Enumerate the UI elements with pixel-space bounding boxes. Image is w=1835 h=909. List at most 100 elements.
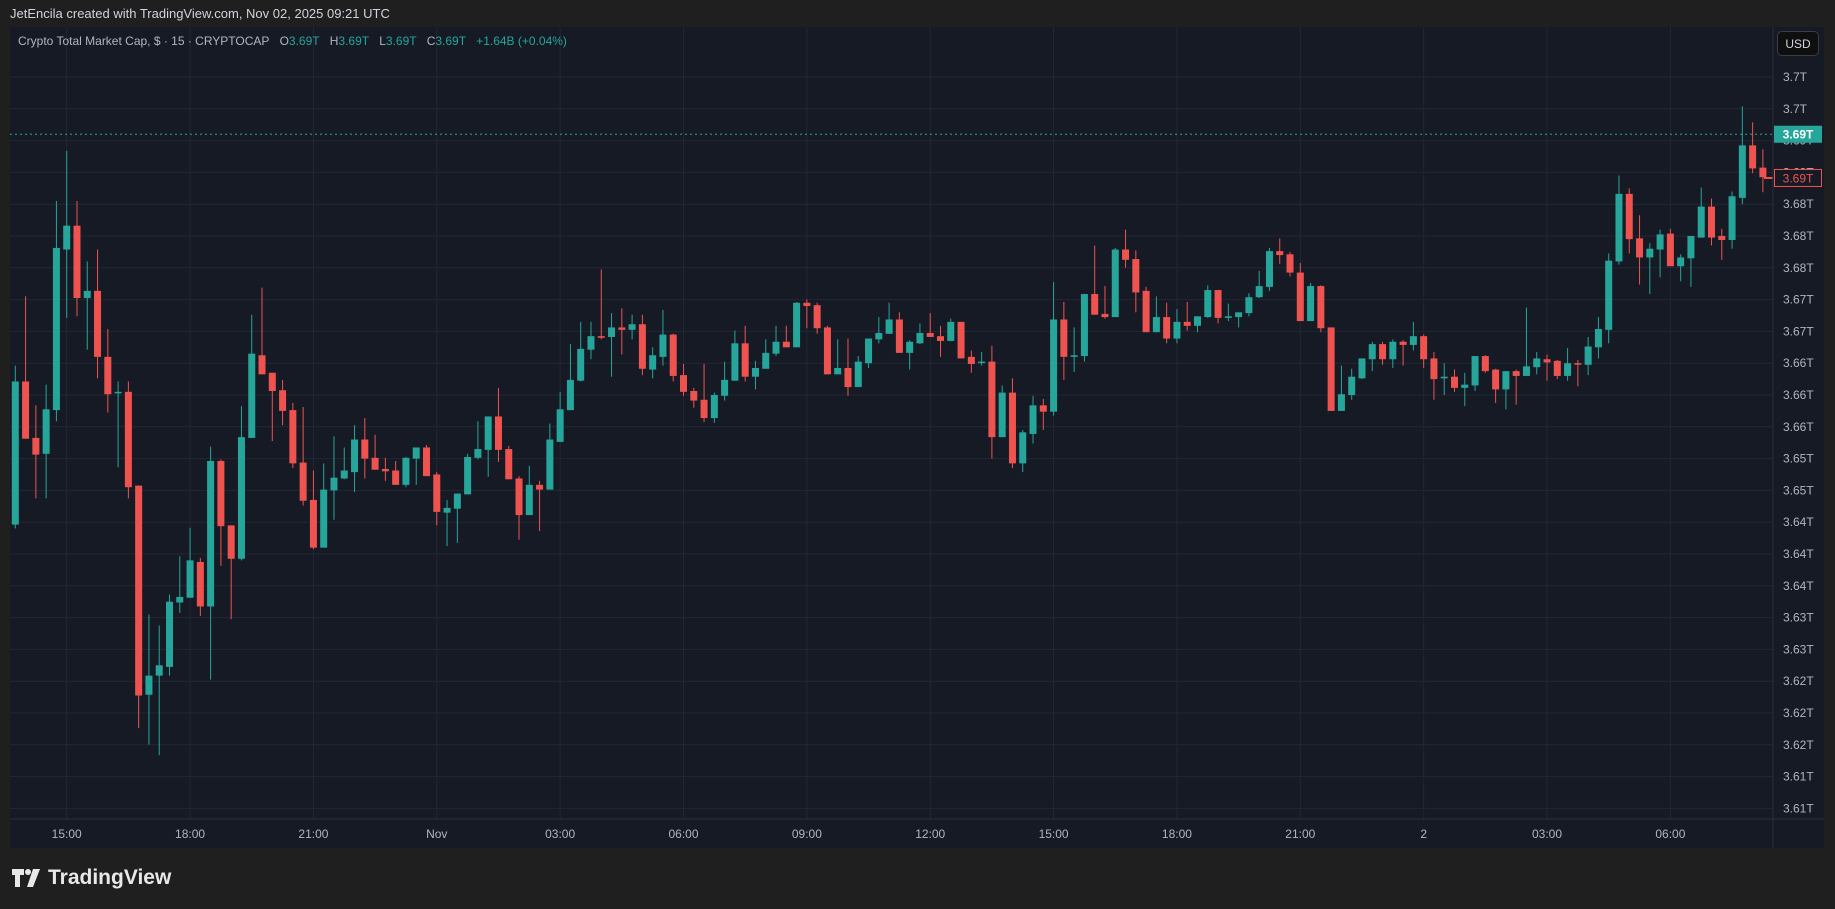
candle bbox=[587, 321, 595, 360]
candle-body bbox=[1564, 363, 1572, 376]
candle-body bbox=[1409, 336, 1417, 345]
candle bbox=[844, 338, 852, 396]
candle bbox=[248, 314, 256, 438]
candle-body bbox=[258, 355, 266, 375]
candle-body bbox=[1718, 236, 1726, 240]
candle-body bbox=[1029, 405, 1037, 434]
candle bbox=[196, 557, 204, 617]
candle bbox=[464, 453, 472, 495]
time-tick-label: 15:00 bbox=[52, 827, 82, 841]
currency-button[interactable]: USD bbox=[1777, 31, 1819, 56]
candle bbox=[566, 344, 574, 411]
candle-body bbox=[299, 462, 307, 501]
candle bbox=[1204, 285, 1212, 318]
candle-body bbox=[1543, 359, 1551, 363]
candle bbox=[320, 463, 328, 548]
price-tick-label: 3.64T bbox=[1783, 547, 1814, 561]
candle bbox=[1276, 238, 1284, 264]
price-marker-label: 3.69T bbox=[1774, 125, 1822, 143]
candle bbox=[680, 363, 687, 396]
price-tick-label: 3.65T bbox=[1783, 483, 1814, 497]
candle-body bbox=[1327, 327, 1335, 411]
candlestick-chart[interactable]: 3.7T 3.7T 3.69T 3.69T 3.68T 3.68T 3.68T 3.67T 3.… bbox=[0, 0, 1835, 909]
candle bbox=[227, 525, 235, 620]
price-tick-label: 3.65T bbox=[1783, 452, 1814, 466]
candle-body bbox=[1163, 317, 1171, 339]
candle bbox=[42, 384, 50, 499]
candle-body bbox=[597, 336, 605, 338]
price-tick-label: 3.67T bbox=[1783, 324, 1814, 338]
candle bbox=[1101, 286, 1109, 319]
candle bbox=[1173, 309, 1181, 344]
candle bbox=[597, 269, 605, 340]
candle bbox=[762, 339, 770, 369]
candle bbox=[1050, 282, 1058, 416]
candle-body bbox=[494, 416, 502, 450]
candle-body bbox=[1636, 238, 1644, 258]
time-axis[interactable]: 15:00 18:00 21:00 Nov 03:00 06:00 09:00 12:00 15… bbox=[52, 827, 1686, 841]
candle-body bbox=[1492, 369, 1500, 390]
candle bbox=[1636, 215, 1644, 285]
candle bbox=[1708, 198, 1715, 246]
candle bbox=[22, 296, 30, 439]
candle-body bbox=[1132, 259, 1140, 293]
candle bbox=[1594, 317, 1602, 359]
candle bbox=[1666, 228, 1674, 267]
candle bbox=[1255, 270, 1263, 299]
candle-body bbox=[289, 410, 297, 464]
candle-body bbox=[1317, 286, 1325, 329]
candle-body bbox=[73, 225, 81, 299]
time-tick-label: 18:00 bbox=[1162, 827, 1192, 841]
candle-body bbox=[793, 302, 801, 348]
candle-body bbox=[186, 560, 194, 598]
candle bbox=[104, 329, 112, 413]
time-tick-label: 09:00 bbox=[792, 827, 822, 841]
close-value: 3.69T bbox=[435, 34, 466, 48]
candle-body bbox=[248, 353, 256, 438]
candle-body bbox=[1461, 384, 1469, 388]
candle-body bbox=[320, 489, 328, 548]
candle bbox=[63, 150, 71, 318]
price-tick-label: 3.64T bbox=[1783, 579, 1814, 593]
candle-body bbox=[1183, 321, 1191, 326]
candle-body bbox=[1337, 394, 1345, 411]
candle bbox=[484, 416, 492, 477]
candle-body bbox=[1255, 286, 1263, 298]
candle-body bbox=[361, 439, 369, 459]
candle bbox=[638, 314, 646, 376]
candle bbox=[1481, 355, 1489, 373]
candle bbox=[351, 425, 359, 492]
candle bbox=[1605, 253, 1613, 344]
candle bbox=[73, 201, 81, 317]
price-tick-label: 3.62T bbox=[1783, 674, 1814, 688]
candle bbox=[536, 480, 544, 531]
candle bbox=[299, 406, 307, 506]
candle bbox=[1625, 188, 1633, 254]
candle bbox=[186, 527, 194, 598]
candle-body bbox=[94, 290, 102, 357]
candle-body bbox=[1533, 358, 1541, 368]
time-tick-label: 03:00 bbox=[1532, 827, 1562, 841]
candle-body bbox=[525, 484, 533, 516]
price-tick-label: 3.67T bbox=[1783, 293, 1814, 307]
candle bbox=[710, 392, 718, 423]
candle-body bbox=[135, 485, 143, 696]
candle-body bbox=[1625, 193, 1633, 240]
price-tick-label: 3.68T bbox=[1783, 229, 1814, 243]
candle bbox=[1379, 341, 1387, 365]
candle bbox=[1533, 352, 1541, 375]
low-label: L bbox=[379, 34, 386, 48]
candle-body bbox=[1574, 363, 1582, 365]
candle bbox=[1451, 369, 1458, 392]
candle bbox=[957, 321, 965, 359]
candle bbox=[402, 457, 410, 488]
candle-body bbox=[1008, 392, 1016, 464]
candle-body bbox=[854, 361, 862, 388]
candle-body bbox=[145, 675, 153, 695]
candle-body bbox=[1080, 294, 1088, 357]
candle bbox=[659, 309, 667, 366]
symbol-title[interactable]: Crypto Total Market Cap, $ · 15 · CRYPTO… bbox=[18, 34, 269, 48]
candle-body bbox=[536, 484, 544, 490]
tradingview-logo[interactable]: TradingView bbox=[12, 866, 171, 890]
candle-body bbox=[1553, 360, 1561, 376]
